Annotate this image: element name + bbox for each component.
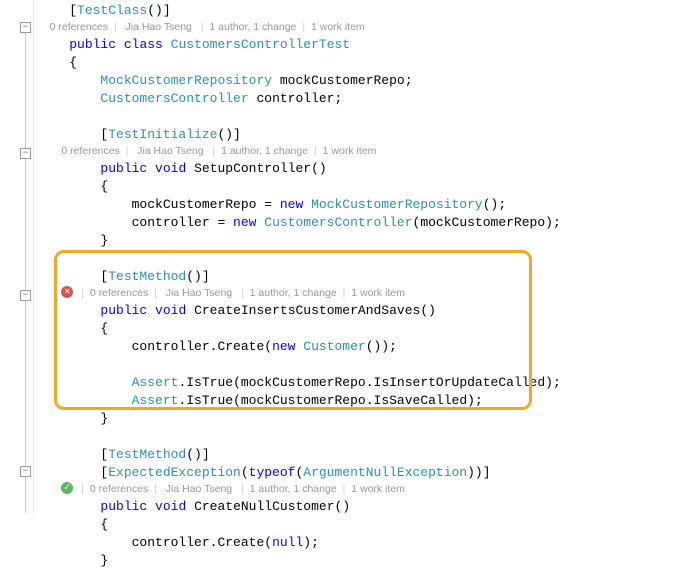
codelens-workitem[interactable]: 1 work item <box>311 21 365 33</box>
code-line <box>38 250 698 268</box>
code-line <box>38 428 698 446</box>
code-line: public void SetupController() <box>38 160 698 178</box>
code-line: MockCustomerRepository mockCustomerRepo; <box>38 72 698 90</box>
codelens-workitem[interactable]: 1 work item <box>351 483 405 495</box>
code-line: [TestClass()] <box>38 2 698 20</box>
codelens-references[interactable]: 0 references <box>90 483 148 495</box>
code-line: controller = new CustomersController(moc… <box>38 214 698 232</box>
code-line: } <box>38 410 698 428</box>
method-name: CreateNullCustomer <box>194 499 334 514</box>
attribute: TestMethod <box>108 269 186 284</box>
gutter: − − − − <box>0 0 34 513</box>
codelens-author[interactable]: Jia Hao Tseng <box>137 145 203 157</box>
code-editor[interactable]: − − − − [TestClass()] 0 references | Jia… <box>0 0 698 513</box>
fold-button[interactable]: − <box>20 148 31 159</box>
method-name: CreateInsertsCustomerAndSaves <box>194 303 420 318</box>
method-name: SetupController <box>194 161 311 176</box>
class-name: CustomersControllerTest <box>171 37 350 52</box>
code-line: controller.Create(new Customer()); <box>38 338 698 356</box>
code-line: public void CreateNullCustomer() <box>38 498 698 516</box>
code-line: { <box>38 320 698 338</box>
code-line: mockCustomerRepo = new MockCustomerRepos… <box>38 196 698 214</box>
codelens-references[interactable]: 0 references <box>90 287 148 299</box>
code-line: } <box>38 552 698 570</box>
codelens-workitem[interactable]: 1 work item <box>323 145 377 157</box>
fold-button[interactable]: − <box>20 22 31 33</box>
code-line: Assert.IsTrue(mockCustomerRepo.IsSaveCal… <box>38 392 698 410</box>
codelens-references[interactable]: 0 references <box>50 21 108 33</box>
code-line: [TestInitialize()] <box>38 126 698 144</box>
codelens[interactable]: | 0 references | Jia Hao Tseng | 1 autho… <box>38 482 698 498</box>
code-area[interactable]: [TestClass()] 0 references | Jia Hao Tse… <box>34 0 698 513</box>
code-line: { <box>38 516 698 534</box>
fold-line <box>25 33 26 513</box>
test-status-fail-icon[interactable] <box>61 286 73 298</box>
attribute: TestMethod <box>108 447 186 462</box>
codelens-author[interactable]: Jia Hao Tseng <box>166 483 232 495</box>
codelens[interactable]: | 0 references | Jia Hao Tseng | 1 autho… <box>38 286 698 302</box>
code-line: CustomersController controller; <box>38 90 698 108</box>
codelens-workitem[interactable]: 1 work item <box>351 287 405 299</box>
code-line: [ExpectedException(typeof(ArgumentNullEx… <box>38 464 698 482</box>
codelens-references[interactable]: 0 references <box>61 145 119 157</box>
codelens[interactable]: 0 references | Jia Hao Tseng | 1 author,… <box>38 144 698 160</box>
codelens-changes[interactable]: 1 author, 1 change <box>250 483 337 495</box>
codelens-author[interactable]: Jia Hao Tseng <box>126 21 192 33</box>
code-line: { <box>38 54 698 72</box>
fold-button[interactable]: − <box>20 290 31 301</box>
code-line: [TestMethod()] <box>38 268 698 286</box>
code-line <box>38 356 698 374</box>
codelens-author[interactable]: Jia Hao Tseng <box>166 287 232 299</box>
code-line: controller.Create(null); <box>38 534 698 552</box>
code-line: } <box>38 232 698 250</box>
code-line: [TestMethod()] <box>38 446 698 464</box>
code-line <box>38 108 698 126</box>
codelens-changes[interactable]: 1 author, 1 change <box>250 287 337 299</box>
attribute: TestInitialize <box>108 127 217 142</box>
code-line: Assert.IsTrue(mockCustomerRepo.IsInsertO… <box>38 374 698 392</box>
attribute: TestClass <box>77 3 147 18</box>
attribute: ExpectedException <box>108 465 241 480</box>
fold-button[interactable]: − <box>20 466 31 477</box>
codelens-changes[interactable]: 1 author, 1 change <box>221 145 308 157</box>
codelens-changes[interactable]: 1 author, 1 change <box>209 21 296 33</box>
code-line: public class CustomersControllerTest <box>38 36 698 54</box>
code-line: { <box>38 178 698 196</box>
code-line: public void CreateInsertsCustomerAndSave… <box>38 302 698 320</box>
test-status-pass-icon[interactable] <box>61 482 73 494</box>
codelens[interactable]: 0 references | Jia Hao Tseng | 1 author,… <box>38 20 698 36</box>
